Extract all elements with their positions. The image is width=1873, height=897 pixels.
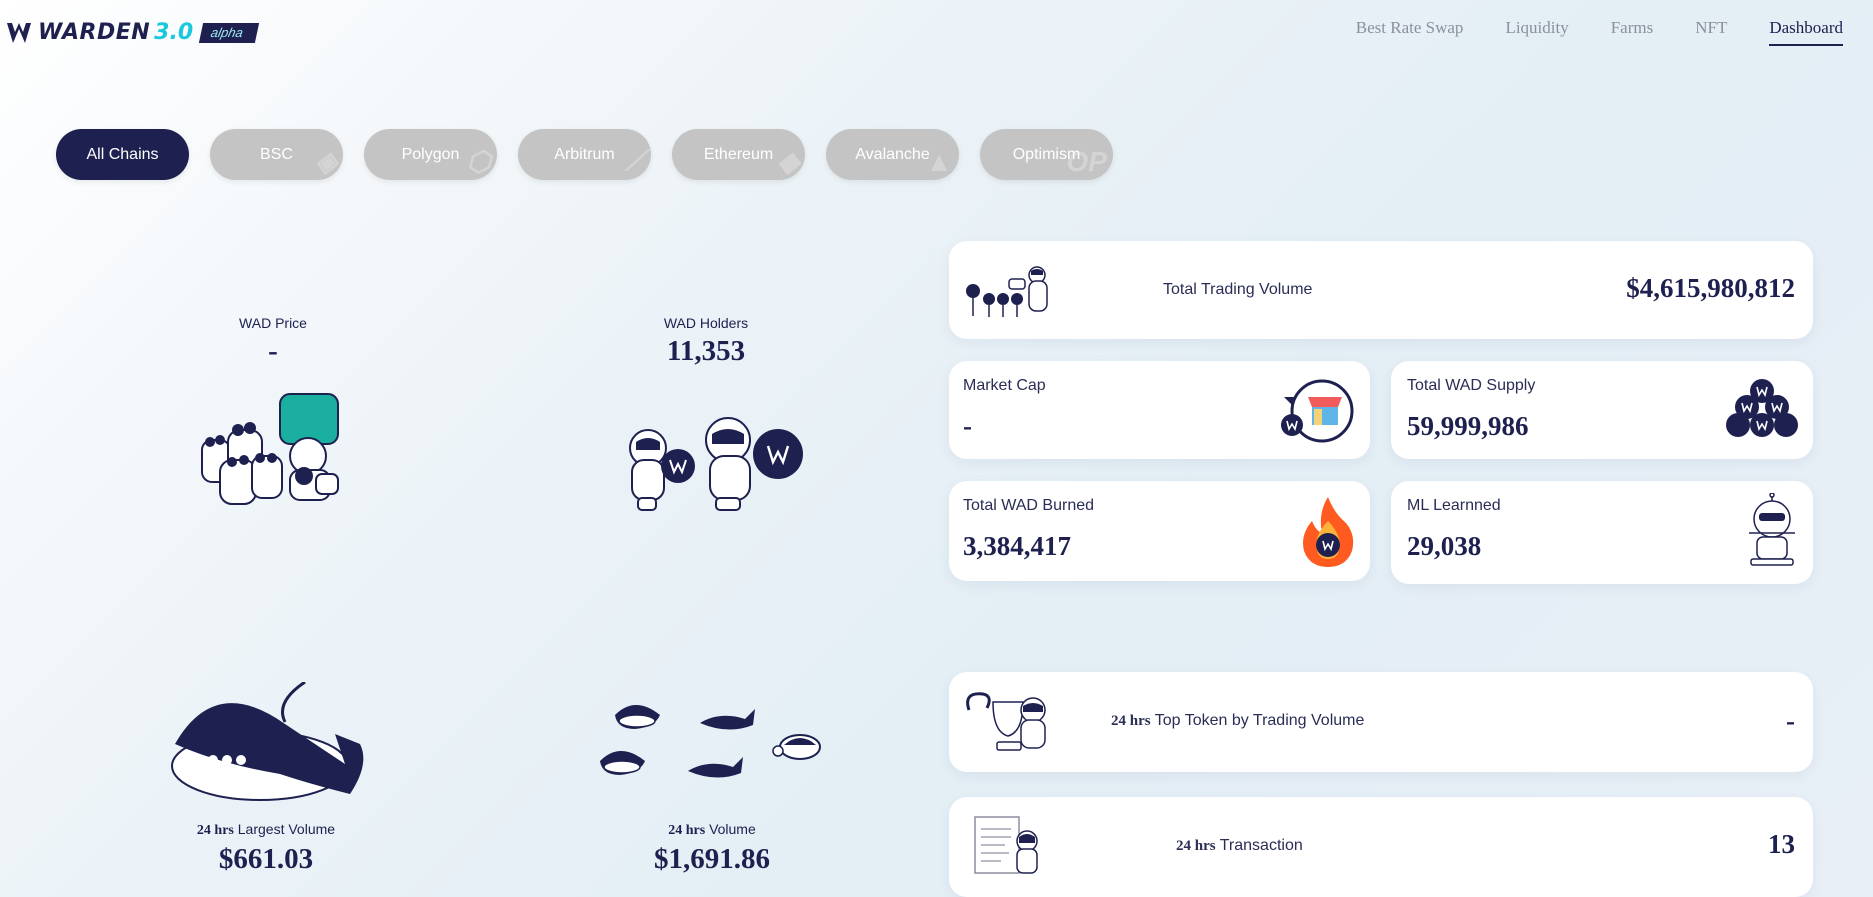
chain-chip-bsc[interactable]: BSC ◈ [210, 129, 343, 180]
flame-icon [1303, 497, 1354, 567]
transaction-label: 24 hrs Transaction [1176, 837, 1303, 855]
top-token-icon [966, 692, 1046, 751]
transaction-title: Transaction [1219, 837, 1303, 854]
chain-chip-label: Ethereum [703, 145, 774, 163]
total-supply-card: Total WAD Supply 59,999,986 [1391, 361, 1813, 459]
chain-chip-label: Arbitrum [554, 145, 615, 163]
volume-stat: 24 hrs Volume $1,691.86 [622, 821, 802, 876]
fish-illustration [600, 705, 821, 778]
total-trading-volume-value: $4,615,980,812 [1626, 273, 1795, 303]
transaction-card: 24 hrs Transaction 13 [949, 797, 1813, 897]
brand-name: WARDEN [38, 20, 151, 45]
arbitrum-icon: ⟋ [625, 145, 645, 176]
top-token-value: - [1786, 706, 1795, 736]
total-trading-volume-card: Total Trading Volume $4,615,980,812 [949, 241, 1813, 339]
wad-price-stat: WAD Price - [183, 315, 363, 368]
brand-logo[interactable]: WARDEN 3.0 alpha [6, 20, 260, 45]
coin-stack-icon [1726, 379, 1798, 437]
top-token-title: Top Token by Trading Volume [1154, 712, 1365, 729]
largest-volume-stat: 24 hrs Largest Volume $661.03 [176, 821, 356, 876]
volume-title: Volume [709, 821, 756, 837]
document-icon [974, 816, 1038, 874]
market-cap-card: Market Cap - [949, 361, 1370, 459]
largest-volume-value: $661.03 [218, 843, 314, 875]
astronauts-illustration [629, 417, 803, 511]
optimism-icon: OP [1066, 146, 1107, 177]
chain-chip-all[interactable]: All Chains [56, 129, 189, 180]
wad-burned-label: Total WAD Burned [963, 497, 1095, 514]
coin-bags-illustration [201, 393, 339, 505]
bsc-icon: ◈ [315, 146, 337, 177]
robot-icon [1749, 493, 1795, 566]
chain-filter: All Chains BSC ◈ Polygon ⬡ Arbitrum ⟋ Ether… [56, 129, 1113, 180]
wad-holders-stat: WAD Holders 11,353 [616, 315, 796, 368]
top-token-card: 24 hrs Top Token by Trading Volume - [949, 672, 1813, 772]
wad-burned-card: Total WAD Burned 3,384,417 [949, 481, 1370, 581]
chain-chip-label: All Chains [86, 145, 159, 163]
volume-label: 24 hrs Volume [622, 821, 802, 839]
largest-volume-title: Largest Volume [237, 821, 336, 837]
shop-cycle-icon [1281, 379, 1354, 443]
ml-learned-card: ML Learnned 29,038 [1391, 481, 1813, 584]
volume-prefix: 24 hrs [668, 823, 706, 838]
nav-dashboard[interactable]: Dashboard [1769, 18, 1843, 46]
chain-chip-label: BSC [260, 145, 293, 163]
avalanche-icon: ▲ [925, 146, 953, 177]
market-cap-label: Market Cap [963, 377, 1046, 394]
polygon-icon: ⬡ [466, 146, 491, 177]
market-cap-value: - [963, 411, 972, 441]
transaction-prefix: 24 hrs [1176, 838, 1216, 854]
chain-chip-label: Avalanche [855, 145, 930, 163]
nav-liquidity[interactable]: Liquidity [1505, 18, 1568, 46]
transaction-value: 13 [1768, 829, 1795, 859]
total-supply-value: 59,999,986 [1407, 411, 1529, 441]
ml-learned-value: 29,038 [1407, 531, 1482, 561]
gardener-icon [966, 266, 1048, 317]
chain-chip-optimism[interactable]: Optimism OP [980, 129, 1113, 180]
chain-chip-avalanche[interactable]: Avalanche ▲ [826, 129, 959, 180]
chain-chip-ethereum[interactable]: Ethereum ◆ [672, 129, 805, 180]
ethereum-icon: ◆ [777, 146, 799, 177]
total-supply-label: Total WAD Supply [1407, 377, 1536, 394]
wad-holders-value: 11,353 [666, 335, 746, 367]
warden-logo-icon [7, 22, 31, 43]
total-trading-volume-label: Total Trading Volume [1163, 281, 1313, 298]
brand-version: 3.0 [154, 20, 194, 45]
brand-badge: alpha [199, 22, 260, 43]
nav-best-rate-swap[interactable]: Best Rate Swap [1356, 18, 1464, 46]
chain-chip-polygon[interactable]: Polygon ⬡ [364, 129, 497, 180]
wad-burned-value: 3,384,417 [963, 531, 1071, 561]
chain-chip-label: Polygon [401, 145, 460, 163]
wad-price-label: WAD Price [239, 315, 307, 331]
volume-value: $1,691.86 [654, 843, 770, 875]
largest-volume-prefix: 24 hrs [196, 823, 234, 838]
wad-holders-label: WAD Holders [663, 315, 749, 331]
top-token-label: 24 hrs Top Token by Trading Volume [1111, 712, 1364, 730]
whale-illustration [171, 682, 364, 801]
nav-farms[interactable]: Farms [1611, 18, 1654, 46]
chain-chip-arbitrum[interactable]: Arbitrum ⟋ [518, 129, 651, 180]
wad-price-value: - [268, 335, 278, 367]
nav-nft[interactable]: NFT [1695, 18, 1727, 46]
ml-learned-label: ML Learnned [1407, 497, 1501, 514]
top-token-prefix: 24 hrs [1111, 713, 1151, 729]
largest-volume-label: 24 hrs Largest Volume [176, 821, 356, 839]
top-nav: Best Rate Swap Liquidity Farms NFT Dashb… [1356, 18, 1843, 46]
